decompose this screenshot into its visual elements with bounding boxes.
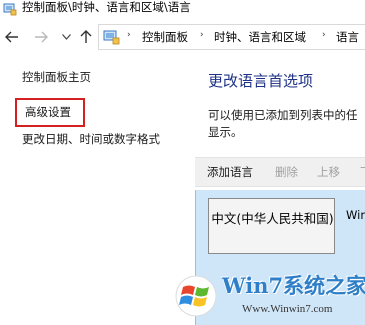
title-bar: 控制面板\时钟、语言和区域\语言 — [0, 0, 365, 17]
language-details: Win 输入 日期 — [346, 209, 365, 221]
watermark-text: Win7系统之家 — [222, 273, 365, 298]
move-up-button[interactable]: 上移 — [317, 165, 340, 180]
breadcrumb-control-panel[interactable]: 控制面板 — [142, 29, 188, 45]
language-toolbar: 添加语言 删除 上移 下 — [195, 157, 365, 187]
watermark: Win7系统之家 Www.Winwin7.com — [170, 270, 365, 325]
sidebar-item-control-panel-home[interactable]: 控制面板主页 — [22, 70, 91, 85]
sidebar-item-change-date-time-format[interactable]: 更改日期、时间或数字格式 — [22, 132, 160, 147]
move-down-button[interactable]: 下 — [360, 165, 365, 180]
remove-button[interactable]: 删除 — [275, 165, 298, 180]
back-arrow-icon[interactable] — [4, 28, 20, 46]
page-title: 更改语言首选项 — [208, 72, 314, 90]
chevron-down-icon[interactable] — [60, 28, 72, 46]
breadcrumb-separator-icon[interactable]: › — [322, 30, 326, 40]
add-language-button[interactable]: 添加语言 — [207, 165, 253, 180]
list-item[interactable]: 中文(中华人民共和国) — [208, 198, 335, 254]
control-panel-icon — [3, 1, 17, 16]
address-bar[interactable]: › 控制面板 › 时钟、语言和区域 › 语言 — [98, 24, 365, 50]
language-name: 中文(中华人民共和国) — [211, 211, 334, 226]
window-title: 控制面板\时钟、语言和区域\语言 — [22, 0, 191, 14]
windows-flag-logo — [174, 274, 218, 318]
watermark-url: Www.Winwin7.com — [242, 303, 333, 315]
breadcrumb-separator-icon[interactable]: › — [127, 30, 131, 40]
breadcrumb-language[interactable]: 语言 — [336, 29, 359, 45]
breadcrumb-separator-icon[interactable]: › — [200, 30, 204, 40]
forward-arrow-icon[interactable] — [33, 28, 49, 46]
up-arrow-icon[interactable] — [78, 28, 94, 46]
control-panel-icon — [103, 29, 121, 45]
sidebar-item-advanced-settings[interactable]: 高级设置 — [25, 105, 71, 120]
breadcrumb-clock-language-region[interactable]: 时钟、语言和区域 — [214, 29, 306, 45]
page-description: 可以使用已添加到列表中的任显示。 — [208, 108, 358, 139]
